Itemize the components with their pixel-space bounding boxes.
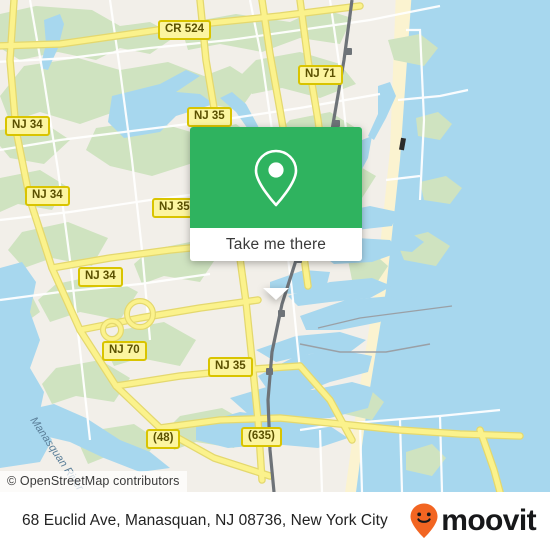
take-me-there-button[interactable]: Take me there (190, 228, 362, 261)
road-shield: NJ 71 (298, 65, 343, 85)
osm-attribution[interactable]: © OpenStreetMap contributors (0, 471, 187, 492)
road-shield: NJ 70 (102, 341, 147, 361)
moovit-wordmark: moovit (441, 504, 536, 537)
moovit-map-screenshot: Manasquan River CR 524 NJ 71 NJ 35 NJ 34 NJ … (0, 0, 550, 550)
road-shield: NJ 34 (78, 267, 123, 287)
moovit-logo[interactable]: moovit (409, 502, 537, 540)
road-shield: NJ 34 (5, 116, 50, 136)
road-shield: NJ 34 (25, 186, 70, 206)
address-label: 68 Euclid Ave, Manasquan, NJ 08736, New … (22, 512, 388, 529)
popup-tail (263, 288, 289, 300)
popup-pin-area (190, 127, 362, 228)
map-pin-icon (254, 149, 298, 206)
moovit-smiley-pin-icon (410, 503, 438, 538)
map-popup-card[interactable]: Take me there (190, 127, 362, 300)
road-shield: (635) (241, 427, 282, 447)
take-me-there-label: Take me there (225, 235, 327, 253)
road-shield: (48) (146, 429, 181, 449)
road-shield: CR 524 (158, 20, 211, 40)
road-shield: NJ 35 (208, 357, 253, 377)
road-shield: NJ 35 (187, 107, 232, 127)
footer-bar: 68 Euclid Ave, Manasquan, NJ 08736, New … (0, 492, 550, 550)
